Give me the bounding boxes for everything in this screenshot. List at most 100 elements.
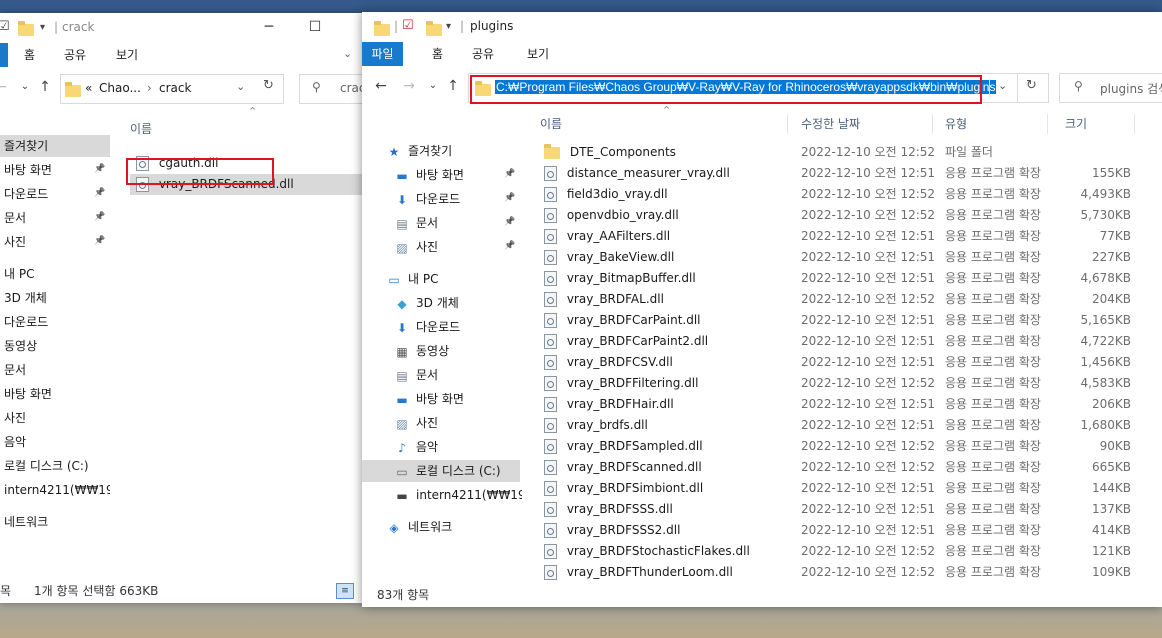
file-row[interactable]: vray_BRDFSSS2.dll 2022-12-10 오전 12:51 응용 프…	[522, 520, 1162, 541]
nav-item[interactable]: ⬇ 다운로드	[362, 316, 520, 338]
nav-item[interactable]: ★ 즐겨찾기	[362, 140, 520, 162]
tab-file[interactable]: 파일	[362, 42, 403, 66]
column-separator[interactable]	[787, 114, 788, 134]
folder-row[interactable]: DTE_Components 2022-12-10 오전 12:52 파일 폴더	[522, 142, 1162, 163]
nav-item[interactable]: 바탕 화면	[0, 383, 52, 405]
maximize-icon[interactable]: ☐	[304, 17, 326, 37]
file-row[interactable]: vray_brdfs.dll 2022-12-10 오전 12:51 응용 프로그램…	[522, 415, 1162, 436]
tab-view[interactable]: 보기	[106, 43, 148, 67]
pin-icon[interactable]: 📌	[94, 236, 105, 246]
nav-item[interactable]: ▦ 동영상	[362, 340, 520, 362]
pin-icon[interactable]: 📌	[94, 188, 105, 198]
refresh-button[interactable]: ↻	[1017, 73, 1049, 103]
up-icon[interactable]: ↑	[36, 77, 54, 97]
nav-item[interactable]: 동영상	[0, 335, 37, 357]
new-folder-icon[interactable]	[426, 20, 442, 36]
file-row[interactable]: vray_BakeView.dll 2022-12-10 오전 12:51 응용 프…	[522, 247, 1162, 268]
up-icon[interactable]: ↑	[444, 76, 462, 96]
column-header-name[interactable]: 이름	[130, 115, 152, 143]
file-row[interactable]: vray_AAFilters.dll 2022-12-10 오전 12:51 응용 …	[522, 226, 1162, 247]
nav-item[interactable]: 3D 개체	[0, 287, 47, 309]
nav-item[interactable]: 문서	[0, 359, 26, 381]
nav-item[interactable]: ▨ 사진	[362, 236, 520, 258]
column-header-name[interactable]: 이름	[540, 110, 562, 138]
file-row[interactable]: vray_BitmapBuffer.dll 2022-12-10 오전 12:51…	[522, 268, 1162, 289]
file-row[interactable]: vray_BRDFSimbiont.dll 2022-12-10 오전 12:51…	[522, 478, 1162, 499]
ribbon-expand-icon[interactable]: ⌄	[343, 47, 352, 60]
details-view-icon[interactable]: ≡	[336, 583, 354, 599]
checkbox-icon[interactable]: ☑	[0, 19, 10, 34]
nav-item[interactable]: 다운로드	[0, 183, 48, 205]
quick-access-dropdown-icon[interactable]: ▾	[446, 21, 451, 32]
file-row[interactable]: vray_BRDFFiltering.dll 2022-12-10 오전 12:5…	[522, 373, 1162, 394]
nav-item[interactable]: ▭ 로컬 디스크 (C:)	[362, 460, 520, 482]
tab-home[interactable]: 홈	[422, 42, 453, 66]
column-header-type[interactable]: 유형	[945, 110, 967, 138]
recent-dropdown-icon[interactable]: ⌄	[424, 76, 442, 96]
column-header-date[interactable]: 수정한 날짜	[801, 110, 860, 138]
file-row[interactable]: distance_measurer_vray.dll 2022-12-10 오전 …	[522, 163, 1162, 184]
nav-item[interactable]: ▤ 문서	[362, 364, 520, 386]
nav-item[interactable]: 문서	[0, 207, 26, 229]
column-separator[interactable]	[1134, 114, 1135, 134]
nav-item[interactable]: ◆ 3D 개체	[362, 292, 520, 314]
search-box[interactable]: ⚲ plugins 검색	[1059, 73, 1162, 103]
nav-item[interactable]: ▬ intern4211(₩₩192	[362, 484, 533, 506]
tab-share[interactable]: 공유	[462, 42, 504, 66]
refresh-icon[interactable]: ↻	[263, 78, 274, 93]
nav-item[interactable]: ▨ 사진	[362, 412, 520, 434]
nav-item[interactable]: 바탕 화면	[0, 159, 52, 181]
nav-item[interactable]: 즐겨찾기	[0, 135, 110, 157]
address-box[interactable]: « Chao... › crack ⌄ ↻	[60, 74, 284, 104]
address-dropdown-icon[interactable]: ⌄	[236, 80, 245, 93]
nav-item[interactable]: ⬇ 다운로드	[362, 188, 520, 210]
forward-icon[interactable]: →	[400, 76, 418, 96]
back-icon[interactable]: ←	[0, 77, 10, 97]
nav-item[interactable]: ▬ 바탕 화면	[362, 164, 520, 186]
file-row[interactable]: vray_BRDFScanned.dll 2022-12-10 오전 12:52 응…	[522, 457, 1162, 478]
tab-share[interactable]: 공유	[54, 43, 96, 67]
pin-icon[interactable]: 📌	[504, 193, 515, 203]
recent-dropdown-icon[interactable]: ⌄	[16, 77, 34, 97]
pin-icon[interactable]: 📌	[504, 241, 515, 251]
nav-item[interactable]: ◈ 네트워크	[362, 516, 520, 538]
nav-item[interactable]: 사진	[0, 407, 26, 429]
breadcrumb-overflow[interactable]: «	[85, 81, 92, 95]
pin-icon[interactable]: 📌	[504, 169, 515, 179]
search-box[interactable]: ⚲ crac	[299, 74, 362, 104]
pin-icon[interactable]: 📌	[94, 212, 105, 222]
pin-icon[interactable]: 📌	[94, 164, 105, 174]
column-header-size[interactable]: 크기	[1065, 110, 1087, 138]
nav-item[interactable]: 음악	[0, 431, 26, 453]
pin-icon[interactable]: 📌	[504, 217, 515, 227]
file-row[interactable]: vray_BRDFSSS.dll 2022-12-10 오전 12:51 응용 프로…	[522, 499, 1162, 520]
file-row[interactable]: openvdbio_vray.dll 2022-12-10 오전 12:52 응용 …	[522, 205, 1162, 226]
column-separator[interactable]	[1047, 114, 1048, 134]
nav-item[interactable]: ▬ 바탕 화면	[362, 388, 520, 410]
nav-item[interactable]: 사진	[0, 231, 26, 253]
file-row[interactable]: vray_BRDFStochasticFlakes.dll 2022-12-10 …	[522, 541, 1162, 562]
tab-view[interactable]: 보기	[517, 42, 559, 66]
nav-item[interactable]: 다운로드	[0, 311, 48, 333]
nav-item[interactable]: ▭ 내 PC	[362, 268, 520, 290]
nav-item[interactable]: 네트워크	[0, 511, 48, 533]
breadcrumb-item[interactable]: crack	[159, 81, 191, 95]
nav-item[interactable]: ♪ 음악	[362, 436, 520, 458]
file-row[interactable]: vray_BRDFHair.dll 2022-12-10 오전 12:51 응용 프…	[522, 394, 1162, 415]
properties-icon[interactable]: ☑	[402, 18, 414, 33]
quick-access-dropdown-icon[interactable]: ▾	[40, 22, 45, 33]
file-row[interactable]: vray_BRDFSampled.dll 2022-12-10 오전 12:52 응…	[522, 436, 1162, 457]
nav-item[interactable]: 내 PC	[0, 263, 34, 285]
nav-item[interactable]: ▤ 문서	[362, 212, 520, 234]
nav-item[interactable]: intern4211(₩₩192	[0, 479, 121, 501]
nav-item[interactable]: 로컬 디스크 (C:)	[0, 455, 89, 477]
address-dropdown-icon[interactable]: ⌄	[989, 79, 1007, 97]
back-icon[interactable]: ←	[372, 76, 390, 96]
tab-home[interactable]: 홈	[14, 43, 45, 67]
tab-file[interactable]	[0, 43, 8, 67]
file-row[interactable]: vray_BRDFThunderLoom.dll 2022-12-10 오전 12…	[522, 562, 1162, 583]
file-row[interactable]: vray_BRDFCarPaint2.dll 2022-12-10 오전 12:5…	[522, 331, 1162, 352]
breadcrumb-item[interactable]: Chao...	[99, 81, 141, 95]
file-row[interactable]: vray_BRDFAL.dll 2022-12-10 오전 12:52 응용 프로그…	[522, 289, 1162, 310]
file-row[interactable]: vray_BRDFCSV.dll 2022-12-10 오전 12:51 응용 프로…	[522, 352, 1162, 373]
